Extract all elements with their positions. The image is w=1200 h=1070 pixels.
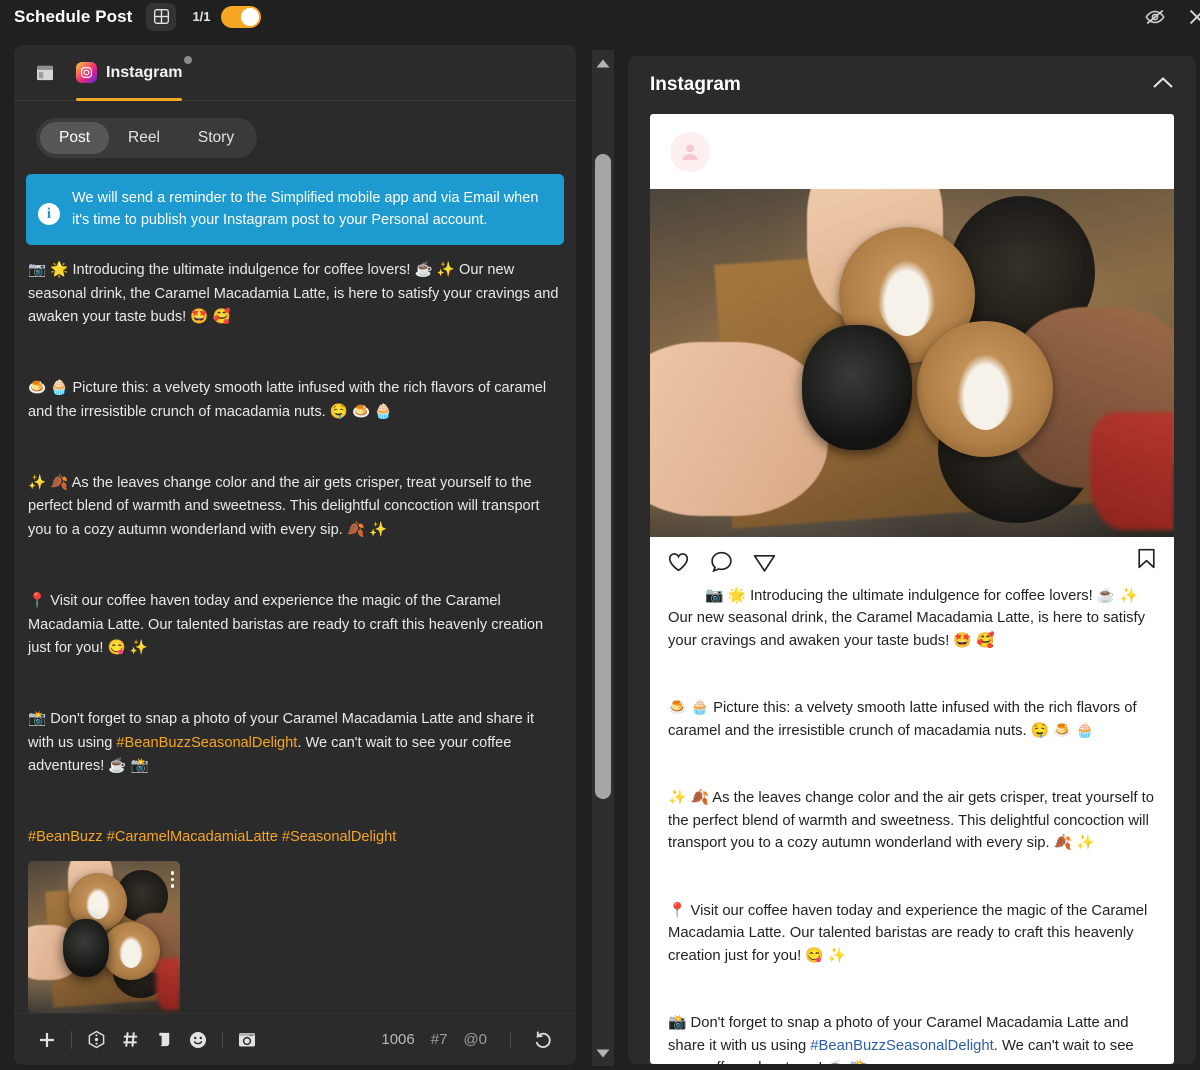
- toolbar-divider-2: [222, 1030, 223, 1049]
- hashtag-icon[interactable]: [113, 1023, 147, 1057]
- channel-tab-all[interactable]: [36, 45, 54, 101]
- scrollbar-thumb[interactable]: [595, 154, 611, 799]
- scroll-down-button[interactable]: [596, 1040, 610, 1066]
- heart-icon[interactable]: [666, 549, 691, 574]
- editor-toolbar: 1006 #7 @0: [14, 1013, 576, 1065]
- eye-off-icon[interactable]: [1144, 6, 1166, 28]
- page-title: Schedule Post: [14, 6, 133, 26]
- panel-scrollbar[interactable]: [592, 50, 614, 1066]
- close-icon[interactable]: [1186, 6, 1200, 28]
- post-type-reel[interactable]: Reel: [109, 122, 179, 154]
- post-type-post[interactable]: Post: [40, 122, 110, 154]
- counter-divider: [510, 1030, 511, 1049]
- coffee-cheers-thumbnail[interactable]: [28, 861, 180, 1013]
- grid-icon: [153, 9, 169, 24]
- info-icon: i: [38, 203, 60, 225]
- top-bar-actions: [1144, 6, 1200, 28]
- caption-paragraph-3: ✨ 🍂 As the leaves change color and the a…: [28, 474, 544, 538]
- instagram-preview-caption: 📷 🌟 Introducing the ultimate indulgence …: [650, 585, 1174, 1064]
- channel-tab-instagram[interactable]: Instagram: [76, 45, 193, 101]
- page-counter: 1/1: [192, 9, 211, 24]
- post-editor-panel: Instagram Post Reel Story i We will send…: [14, 45, 576, 1065]
- toggle-knob: [240, 7, 259, 26]
- top-bar: Schedule Post 1/1: [0, 0, 1200, 33]
- character-count: 1006: [381, 1031, 415, 1048]
- caption-text[interactable]: 📷 🌟 Introducing the ultimate indulgence …: [28, 259, 562, 849]
- instagram-post-preview: 📷 🌟 Introducing the ultimate indulgence …: [650, 114, 1174, 1064]
- chevron-up-icon: [1153, 77, 1173, 88]
- reminder-info-banner: i We will send a reminder to the Simplif…: [26, 174, 564, 245]
- preview-paragraph-1: 📷 🌟 Introducing the ultimate indulgence …: [668, 588, 1150, 649]
- channel-status-dot: [184, 55, 193, 64]
- caption-hashtag-inline[interactable]: #BeanBuzzSeasonalDelight: [116, 735, 297, 751]
- customize-toggle[interactable]: [220, 5, 261, 28]
- preview-paragraph-3: ✨ 🍂 As the leaves change color and the a…: [668, 790, 1159, 852]
- chevron-up-icon: [596, 59, 610, 67]
- ai-magic-icon[interactable]: [79, 1023, 113, 1057]
- reminder-info-text: We will send a reminder to the Simplifie…: [72, 190, 539, 229]
- grid-view-button[interactable]: [146, 2, 177, 31]
- toolbar-divider: [71, 1030, 72, 1049]
- hashtag-count: #7: [430, 1031, 448, 1048]
- caption-hashtags-line-1[interactable]: #BeanBuzz #CaramelMacadamiaLatte #Season…: [28, 829, 396, 845]
- channel-tab-label: Instagram: [106, 63, 183, 81]
- caption-paragraph-2: 🍮 🧁 Picture this: a velvety smooth latte…: [28, 380, 551, 420]
- share-paper-plane-icon[interactable]: [752, 549, 777, 574]
- caption-paragraph-4: 📍 Visit our coffee haven today and exper…: [28, 592, 548, 657]
- instagram-icon: [76, 62, 97, 83]
- post-photo: [650, 189, 1174, 537]
- plus-icon[interactable]: [30, 1023, 64, 1057]
- instagram-post-header: [650, 114, 1174, 189]
- collapse-preview-button[interactable]: [1152, 76, 1174, 94]
- preview-title: Instagram: [650, 74, 741, 95]
- post-type-selector: Post Reel Story: [36, 118, 258, 158]
- media-library-icon[interactable]: [230, 1023, 264, 1057]
- more-vertical-icon[interactable]: [170, 871, 174, 888]
- user-avatar-placeholder-icon: [682, 144, 698, 160]
- bookmark-icon[interactable]: [1135, 546, 1158, 571]
- preview-paragraph-2: 🍮 🧁 Picture this: a velvety smooth latte…: [668, 700, 1141, 739]
- scrollbar-track[interactable]: [592, 76, 614, 1040]
- caption-paragraph-1: 📷 🌟 Introducing the ultimate indulgence …: [28, 261, 563, 326]
- coffee-cheers-photo: [650, 189, 1174, 537]
- thumbnail-photo: [28, 861, 180, 1013]
- template-icon[interactable]: [147, 1023, 181, 1057]
- chevron-down-icon: [596, 1049, 610, 1057]
- undo-icon[interactable]: [526, 1023, 560, 1057]
- post-type-story[interactable]: Story: [179, 122, 253, 154]
- instagram-action-bar: [650, 537, 1174, 585]
- mention-count: @0: [463, 1031, 487, 1048]
- scroll-up-button[interactable]: [596, 50, 610, 76]
- comment-icon[interactable]: [709, 549, 734, 574]
- browser-icon: [37, 65, 53, 80]
- preview-header: Instagram: [628, 56, 1196, 114]
- channel-tab-bar: Instagram: [14, 45, 576, 101]
- caption-counters: 1006 #7 @0: [381, 1023, 560, 1057]
- preview-paragraph-4: 📍 Visit our coffee haven today and exper…: [668, 902, 1152, 964]
- avatar: [670, 131, 710, 172]
- preview-hashtag-inline[interactable]: #BeanBuzzSeasonalDelight: [810, 1038, 993, 1054]
- attachment-row: [14, 849, 576, 1013]
- caption-editor[interactable]: 📷 🌟 Introducing the ultimate indulgence …: [14, 245, 576, 849]
- emoji-icon[interactable]: [181, 1023, 215, 1057]
- preview-panel: Instagram 📷 🌟 Introducing the ultimate i…: [628, 56, 1196, 1064]
